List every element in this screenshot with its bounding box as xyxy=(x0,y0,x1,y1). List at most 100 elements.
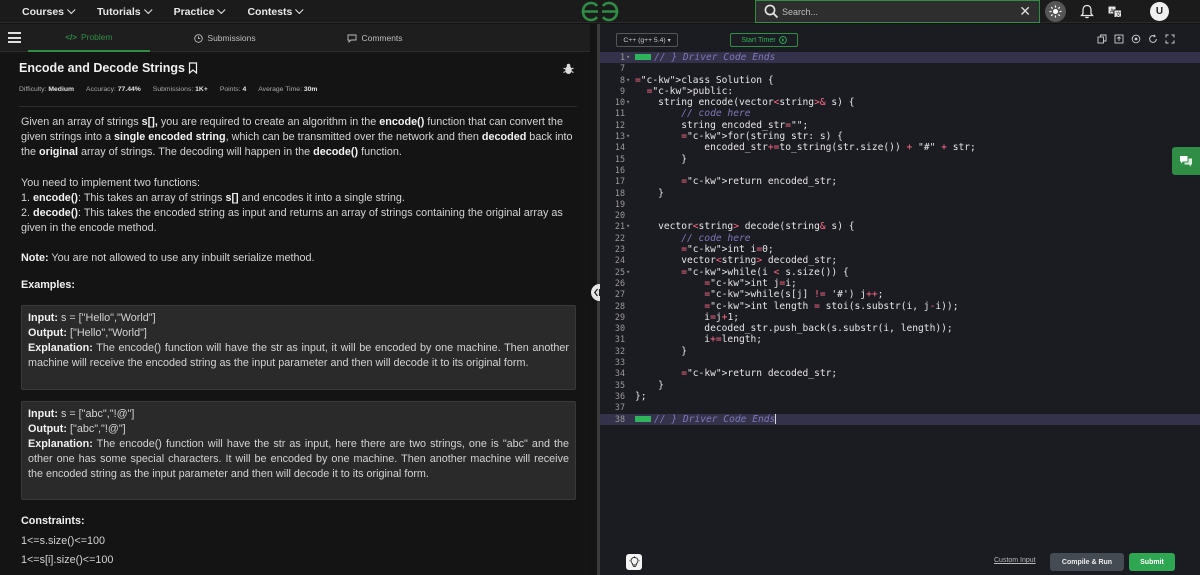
code-text: ="c-kw">int i=0; xyxy=(681,244,774,256)
code-line[interactable]: 25 ▾ ="c-kw">while(i < s.size()) { xyxy=(600,267,1200,278)
code-text: } xyxy=(635,187,664,199)
line-number: 36 xyxy=(614,390,625,401)
chat-button[interactable] xyxy=(1172,147,1200,175)
accuracy: Accuracy: 77.44% xyxy=(86,86,141,93)
code-line[interactable]: 9 ="c-kw">public: xyxy=(600,86,1200,97)
code-line[interactable]: 7 xyxy=(600,63,1200,74)
code-line[interactable]: 14 encoded_str+=to_string(str.size()) + … xyxy=(600,142,1200,153)
constraint-item: 1<=s.size()<=100 xyxy=(21,534,106,547)
code-line[interactable]: 21 ▾ vector<string> decode(string& s) { xyxy=(600,221,1200,232)
hint-button[interactable] xyxy=(626,554,642,570)
code-line[interactable]: 29 i=j+1; xyxy=(600,312,1200,323)
fold-arrow-icon[interactable]: ▾ xyxy=(626,52,630,63)
nav-contests[interactable]: Contests xyxy=(247,5,304,18)
editor-tools xyxy=(1097,34,1175,44)
nav-practice[interactable]: Practice xyxy=(174,5,226,18)
language-select[interactable]: C++ (g++ 5.4) ▾ xyxy=(616,33,678,47)
code-line[interactable]: 32 } xyxy=(600,346,1200,357)
problem-panel: </> Problem Submissions Comments Encode … xyxy=(0,24,590,575)
code-line[interactable]: 33 xyxy=(600,357,1200,368)
collapsed-block-marker[interactable] xyxy=(635,415,651,422)
start-timer-button[interactable]: Start Timer xyxy=(730,33,798,47)
bell-icon[interactable] xyxy=(1080,4,1094,19)
code-text: } xyxy=(635,345,687,357)
code-line[interactable]: 24 vector<string> decoded_str; xyxy=(600,255,1200,266)
bug-report-icon[interactable] xyxy=(563,63,574,75)
code-line[interactable]: 13 ▾ ="c-kw">for(string str: s) { xyxy=(600,131,1200,142)
code-line[interactable]: 37 xyxy=(600,402,1200,413)
fold-arrow-icon[interactable]: ▾ xyxy=(626,131,630,142)
upload-icon[interactable] xyxy=(1114,34,1124,44)
line-number: 37 xyxy=(614,402,625,413)
nav-tutorials[interactable]: Tutorials xyxy=(97,5,153,18)
code-line[interactable]: 15 } xyxy=(600,154,1200,165)
line-number: 29 xyxy=(614,311,625,322)
code-line[interactable]: 31 i+=length; xyxy=(600,334,1200,345)
code-line[interactable]: 1 ▾ // } Driver Code Ends xyxy=(600,52,1200,64)
code-line[interactable]: 30 decoded_str.push_back(s.substr(i, len… xyxy=(600,323,1200,334)
tab-comments[interactable]: Comments xyxy=(320,24,430,52)
submit-button[interactable]: Submit xyxy=(1129,553,1175,571)
bookmark-icon[interactable] xyxy=(188,62,198,74)
example-explanation: Explanation: The encode() function will … xyxy=(28,438,569,480)
gfg-logo[interactable] xyxy=(580,1,620,22)
line-number: 7 xyxy=(619,63,625,74)
example-output: Output: ["Hello","World"] xyxy=(28,327,147,339)
play-icon xyxy=(778,36,787,44)
settings-icon[interactable] xyxy=(1131,34,1141,44)
code-line[interactable]: 18 } xyxy=(600,188,1200,199)
code-line[interactable]: 16 xyxy=(600,165,1200,176)
code-line[interactable]: 19 xyxy=(600,199,1200,210)
code-line[interactable]: 27 ="c-kw">while(s[j] != '#') j++; xyxy=(600,289,1200,300)
code-line[interactable]: 23 ="c-kw">int i=0; xyxy=(600,244,1200,255)
code-line[interactable]: 11 // code here xyxy=(600,108,1200,119)
code-line[interactable]: 38 // } Driver Code Ends xyxy=(600,413,1200,425)
code-line[interactable]: 12 string encoded_str=""; xyxy=(600,120,1200,131)
line-number: 32 xyxy=(614,345,625,356)
theme-toggle-button[interactable] xyxy=(1045,1,1066,22)
line-number: 34 xyxy=(614,368,625,379)
constraints-heading: Constraints: xyxy=(21,515,85,527)
code-line[interactable]: 35 } xyxy=(600,380,1200,391)
code-area[interactable]: 1 ▾// } Driver Code Ends 7 8 ▾ ="c-kw">class … xyxy=(600,52,1200,425)
copy-icon[interactable] xyxy=(1097,34,1107,44)
chevron-down-icon xyxy=(143,5,153,14)
translate-icon[interactable]: A 文 xyxy=(1108,6,1122,18)
search-bar[interactable]: ✕ xyxy=(755,0,1040,23)
search-input[interactable] xyxy=(782,4,1012,20)
code-line[interactable]: 26 ="c-kw">int j=i; xyxy=(600,278,1200,289)
code-line[interactable]: 17 ="c-kw">return encoded_str; xyxy=(600,176,1200,187)
code-line[interactable]: 20 xyxy=(600,210,1200,221)
fold-arrow-icon[interactable]: ▾ xyxy=(626,97,630,108)
submissions-count: Submissions: 1K+ xyxy=(152,86,208,93)
collapsed-block-marker[interactable] xyxy=(635,54,651,60)
nav-courses[interactable]: Courses xyxy=(22,5,76,18)
code-editor-panel: C++ (g++ 5.4) ▾ Start Timer 1 ▾// } Drive… xyxy=(600,24,1200,575)
reset-icon[interactable] xyxy=(1148,34,1158,44)
code-line[interactable]: 34 ="c-kw">return decoded_str; xyxy=(600,368,1200,379)
compile-run-button[interactable]: Compile & Run xyxy=(1050,553,1124,571)
fold-arrow-icon[interactable]: ▾ xyxy=(626,75,630,86)
close-icon[interactable]: ✕ xyxy=(1019,4,1031,19)
code-text: // code here xyxy=(635,232,751,244)
code-text: // code here xyxy=(635,108,751,120)
code-line[interactable]: 28 ="c-kw">int length = stoi(s.substr(i,… xyxy=(600,301,1200,312)
code-text: string encoded_str=""; xyxy=(635,119,809,131)
line-number: 31 xyxy=(614,334,625,345)
hamburger-menu-icon[interactable] xyxy=(8,32,21,43)
constraints: Constraints: 1<=s.size()<=100 1<=s[i].si… xyxy=(21,512,113,571)
fullscreen-icon[interactable] xyxy=(1165,34,1175,44)
fold-arrow-icon[interactable]: ▾ xyxy=(626,267,630,278)
user-avatar[interactable]: U xyxy=(1150,2,1169,21)
code-line[interactable]: 10 ▾ string encode(vector<string>& s) { xyxy=(600,97,1200,108)
code-text: vector<string> decoded_str; xyxy=(635,255,838,267)
fold-arrow-icon[interactable]: ▾ xyxy=(626,221,630,232)
tab-submissions[interactable]: Submissions xyxy=(170,24,280,52)
code-line[interactable]: 22 // code here xyxy=(600,233,1200,244)
custom-input-link[interactable]: Custom Input xyxy=(994,557,1036,564)
line-number: 15 xyxy=(614,153,625,164)
code-line[interactable]: 8 ▾ ="c-kw">class Solution { xyxy=(600,75,1200,86)
code-line[interactable]: 36}; xyxy=(600,391,1200,402)
tab-problem[interactable]: </> Problem xyxy=(28,24,150,52)
divider xyxy=(19,106,577,107)
